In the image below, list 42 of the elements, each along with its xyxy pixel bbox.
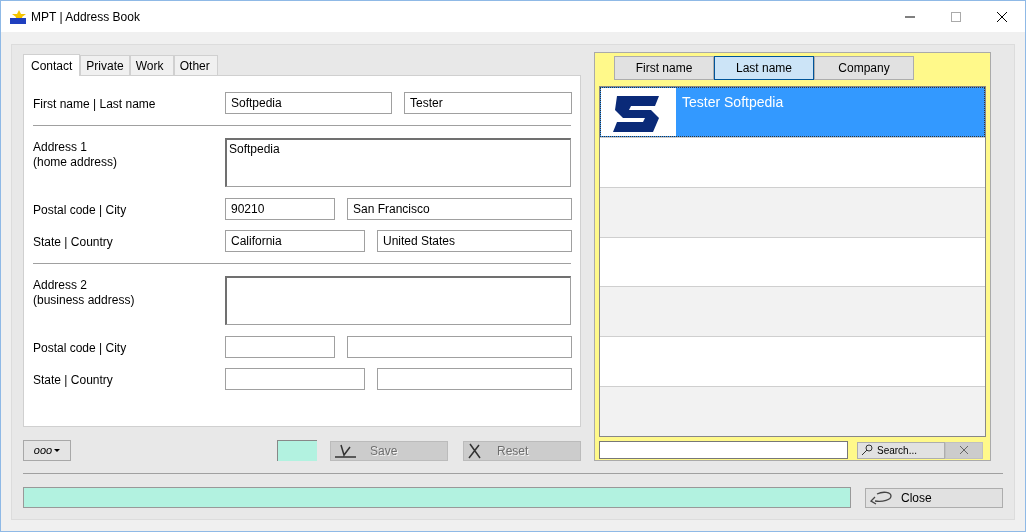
input-field[interactable]: [225, 336, 335, 358]
clear-search-button[interactable]: [945, 441, 983, 459]
input-field[interactable]: [377, 368, 572, 390]
input-field[interactable]: [347, 336, 572, 358]
input-field[interactable]: San Francisco: [347, 198, 572, 220]
field-label: (business address): [33, 293, 136, 308]
input-field[interactable]: United States: [377, 230, 572, 252]
field-label: First name | Last name: [33, 96, 157, 112]
app-logo-icon: [10, 9, 26, 24]
tab[interactable]: Contact: [23, 54, 81, 76]
column-header[interactable]: First name: [614, 56, 714, 80]
search-icon: [861, 444, 873, 456]
input-field[interactable]: Tester: [404, 92, 572, 114]
field-label: Postal code | City: [33, 202, 128, 218]
column-header[interactable]: Last name: [714, 56, 814, 80]
field-label: Postal code | City: [33, 340, 128, 356]
input-field[interactable]: [225, 368, 365, 390]
close-button[interactable]: Close: [865, 487, 1003, 508]
text-area[interactable]: Softpedia: [225, 138, 571, 187]
contact-name: Tester Softpedia: [682, 93, 784, 112]
search-button[interactable]: Search...: [857, 441, 945, 459]
field-label: (home address): [33, 155, 119, 170]
field-label: State | Country: [33, 234, 114, 250]
window-title: MPT | Address Book: [31, 8, 140, 26]
tab[interactable]: Other: [173, 55, 218, 75]
field-label: Address 1: [33, 140, 89, 155]
menu-button[interactable]: ooo: [23, 440, 71, 461]
input-field[interactable]: Softpedia: [225, 92, 392, 114]
x-icon: [467, 442, 483, 459]
signature-icon: [334, 442, 356, 459]
clear-icon: [959, 445, 969, 455]
search-field[interactable]: [599, 441, 848, 459]
return-arrow-icon: [869, 490, 893, 505]
color-swatch: [277, 440, 317, 461]
field-label: Address 2: [33, 278, 89, 293]
column-header[interactable]: Company: [814, 56, 914, 80]
field-label: State | Country: [33, 372, 114, 388]
text-area[interactable]: [225, 276, 571, 325]
input-field[interactable]: 90210: [225, 198, 335, 220]
input-field[interactable]: California: [225, 230, 365, 252]
tab[interactable]: Private: [80, 55, 130, 75]
tab[interactable]: Work: [129, 55, 174, 75]
